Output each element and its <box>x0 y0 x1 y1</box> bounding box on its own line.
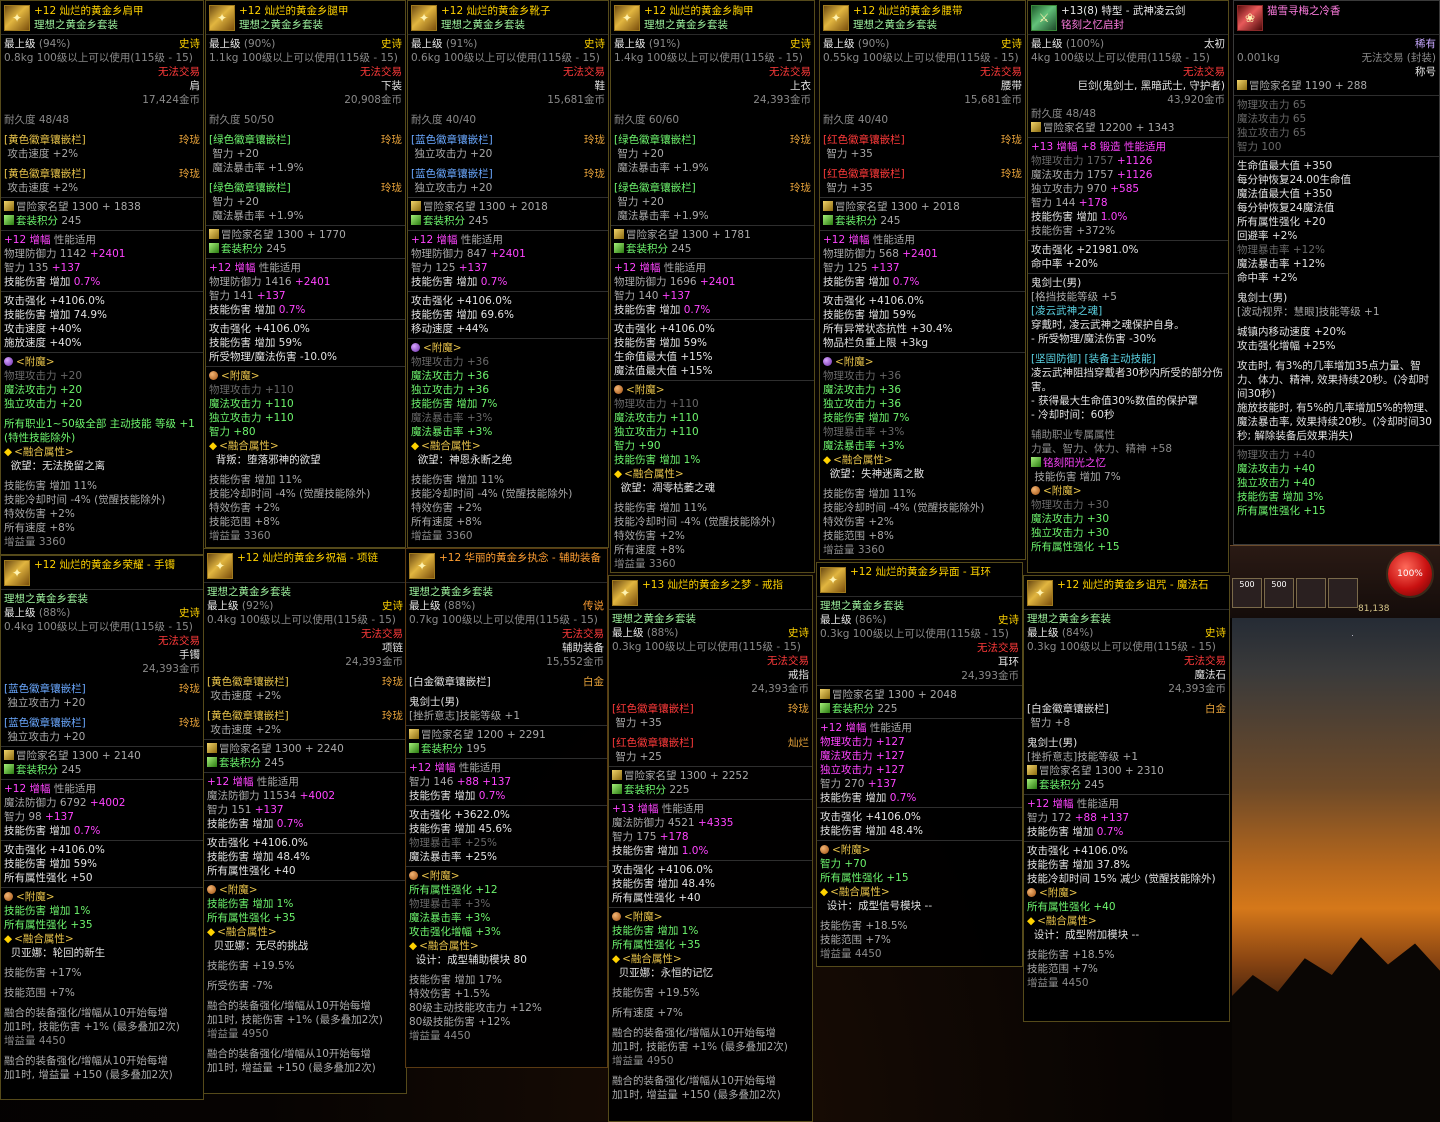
diamond-icon: ◆ <box>1027 915 1036 927</box>
item-name: +12 灿烂的黄金乡靴子 <box>441 5 551 17</box>
orb-icon <box>411 343 420 352</box>
item-name: +12 华丽的黄金乡执念 - 辅助装备 <box>439 552 601 564</box>
tooltip-chest: ✦ +12 灿烂的黄金乡胸甲 理想之黄金乡套装 最上级 (91%) 史诗 1.4k… <box>610 0 815 573</box>
game-scene-sunset <box>1232 545 1440 1122</box>
orb-icon <box>4 357 13 366</box>
diamond-icon: ◆ <box>207 926 216 938</box>
tooltip-weapon: ⚔ +13(8) 特型 - 武神凌云剑 铭刻之忆启封 最上级 (100%) 太初 … <box>1027 0 1229 573</box>
item-header: ⚔ +13(8) 特型 - 武神凌云剑 铭刻之忆启封 <box>1028 4 1228 35</box>
item-name: +12 灿烂的黄金乡腿甲 <box>239 5 349 17</box>
diamond-icon: ◆ <box>409 940 418 952</box>
orb-icon <box>1031 486 1040 495</box>
gold-armor-icon: ✦ <box>209 5 235 31</box>
orb-icon <box>612 912 621 921</box>
tooltip-boots: ✦ +12 灿烂的黄金乡靴子 理想之黄金乡套装 最上级 (91%) 史诗 0.6k… <box>407 0 609 548</box>
hp-orb: 100% <box>1386 550 1434 598</box>
gold-armor-icon: ✦ <box>4 560 30 586</box>
orb-icon <box>409 871 418 880</box>
diamond-icon: ◆ <box>209 440 218 452</box>
orb-icon <box>207 885 216 894</box>
item-name: +13(8) 特型 - 武神凌云剑 <box>1061 5 1186 17</box>
gold-armor-icon: ✦ <box>823 5 849 31</box>
quick-slot-2[interactable]: 500 <box>1264 578 1294 608</box>
gold-armor-icon: ✦ <box>207 553 233 579</box>
diamond-icon: ◆ <box>823 454 832 466</box>
item-header: ✦ +12 灿烂的黄金乡腿甲 理想之黄金乡套装 <box>206 4 405 35</box>
item-header: ✦ +12 华丽的黄金乡执念 - 辅助装备 <box>406 552 607 583</box>
mountain-silhouette <box>1232 937 1440 1122</box>
sword-icon: ⚔ <box>1031 5 1057 31</box>
gold-armor-icon: ✦ <box>409 553 435 579</box>
item-name: +12 灿烂的黄金乡肩甲 <box>34 5 144 17</box>
gold-armor-icon: ✦ <box>614 5 640 31</box>
diamond-icon: ◆ <box>612 953 621 965</box>
gold-armor-icon: ✦ <box>411 5 437 31</box>
title-badge-icon: ❀ <box>1237 5 1263 31</box>
diamond-icon: ◆ <box>411 440 420 452</box>
orb-icon <box>1027 888 1036 897</box>
quick-slot-4[interactable] <box>1328 578 1358 608</box>
item-header: ✦ +12 灿烂的黄金乡靴子 理想之黄金乡套装 <box>408 4 608 35</box>
item-name: 猫雪寻梅之冷香 <box>1267 5 1341 17</box>
diamond-icon: ◆ <box>820 886 829 898</box>
item-name: +13 灿烂的黄金乡之梦 - 戒指 <box>642 579 783 591</box>
tooltip-magicstone: ✦ +12 灿烂的黄金乡诅咒 - 魔法石 理想之黄金乡套装 最上级 (84%) 史… <box>1023 575 1230 1022</box>
item-name: +12 灿烂的黄金乡胸甲 <box>644 5 754 17</box>
item-header: ✦ +12 灿烂的黄金乡胸甲 理想之黄金乡套装 <box>611 4 814 35</box>
orb-icon <box>4 892 13 901</box>
tooltip-legs: ✦ +12 灿烂的黄金乡腿甲 理想之黄金乡套装 最上级 (90%) 史诗 1.1k… <box>205 0 406 548</box>
item-header: ✦ +13 灿烂的黄金乡之梦 - 戒指 <box>609 579 812 610</box>
orb-icon <box>209 371 218 380</box>
item-header: ✦ +12 灿烂的黄金乡诅咒 - 魔法石 <box>1024 579 1229 610</box>
tooltip-belt: ✦ +12 灿烂的黄金乡腰带 理想之黄金乡套装 最上级 (90%) 史诗 0.55… <box>819 0 1026 560</box>
item-name: +12 灿烂的黄金乡腰带 <box>853 5 963 17</box>
gold-armor-icon: ✦ <box>4 5 30 31</box>
tooltip-support: ✦ +12 华丽的黄金乡执念 - 辅助装备 理想之黄金乡套装 最上级 (88%)… <box>405 548 608 1068</box>
item-name: +12 灿烂的黄金乡异面 - 耳环 <box>850 566 991 578</box>
item-header: ✦ +12 灿烂的黄金乡肩甲 理想之黄金乡套装 <box>1 4 203 35</box>
item-header: ✦ +12 灿烂的黄金乡荣耀 - 手镯 <box>1 559 203 590</box>
gold-armor-icon: ✦ <box>820 567 846 593</box>
quick-slot-3[interactable] <box>1296 578 1326 608</box>
item-name: +12 灿烂的黄金乡祝福 - 项链 <box>237 552 378 564</box>
orb-icon <box>823 357 832 366</box>
orb-icon <box>614 385 623 394</box>
tooltip-shoulder: ✦ +12 灿烂的黄金乡肩甲 理想之黄金乡套装 最上级 (94%) 史诗 0.8k… <box>0 0 204 555</box>
game-hud: 500 500 100% 81,138 <box>1230 545 1440 618</box>
gold-armor-icon: ✦ <box>1027 580 1053 606</box>
tooltip-necklace: ✦ +12 灿烂的黄金乡祝福 - 项链 理想之黄金乡套装 最上级 (92%) 史诗… <box>203 548 407 1094</box>
item-header: ❀ 猫雪寻梅之冷香 <box>1234 4 1439 35</box>
diamond-icon: ◆ <box>614 468 623 480</box>
diamond-icon: ◆ <box>4 446 13 458</box>
diamond-icon: ◆ <box>4 933 13 945</box>
item-header: ✦ +12 灿烂的黄金乡腰带 理想之黄金乡套装 <box>820 4 1025 35</box>
item-header: ✦ +12 灿烂的黄金乡祝福 - 项链 <box>204 552 406 583</box>
tooltip-bracelet: ✦ +12 灿烂的黄金乡荣耀 - 手镯 理想之黄金乡套装 最上级 (88%) 史诗… <box>0 555 204 1100</box>
item-header: ✦ +12 灿烂的黄金乡异面 - 耳环 <box>817 566 1022 597</box>
tooltip-ring: ✦ +13 灿烂的黄金乡之梦 - 戒指 理想之黄金乡套装 最上级 (88%) 史诗… <box>608 575 813 1122</box>
quick-slot-1[interactable]: 500 <box>1232 578 1262 608</box>
gold-armor-icon: ✦ <box>612 580 638 606</box>
tooltip-title: ❀ 猫雪寻梅之冷香 稀有 0.001kg 无法交易 (封装) 称号 冒险家名望 1… <box>1233 0 1440 545</box>
tooltip-earring: ✦ +12 灿烂的黄金乡异面 - 耳环 理想之黄金乡套装 最上级 (86%) 史诗… <box>816 562 1023 967</box>
item-name: +12 灿烂的黄金乡荣耀 - 手镯 <box>34 559 175 571</box>
set-name: 理想之黄金乡套装 <box>34 19 118 31</box>
gold-counter: 81,138 <box>1358 604 1390 614</box>
orb-icon <box>820 845 829 854</box>
item-name: +12 灿烂的黄金乡诅咒 - 魔法石 <box>1057 579 1209 591</box>
